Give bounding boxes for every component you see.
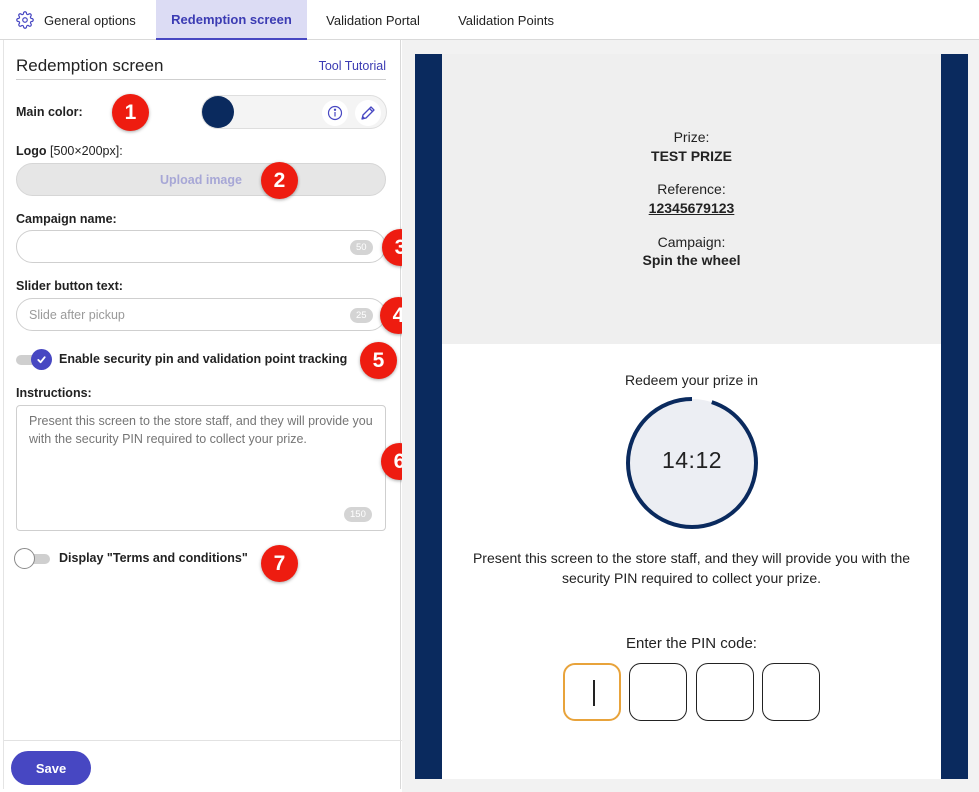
save-button[interactable]: Save bbox=[11, 751, 91, 785]
pin-digit-3[interactable] bbox=[696, 663, 754, 721]
countdown-timer-value: 14:12 bbox=[661, 447, 723, 473]
campaign-name-counter: 50 bbox=[350, 240, 373, 255]
terms-conditions-toggle[interactable] bbox=[14, 548, 50, 569]
instructions-textarea[interactable] bbox=[16, 405, 386, 531]
instructions-label: Instructions: bbox=[16, 386, 92, 400]
terms-conditions-toggle-label: Display "Terms and conditions" bbox=[59, 551, 248, 565]
pencil-edit-icon[interactable] bbox=[355, 100, 381, 126]
panel-title: Redemption screen bbox=[16, 55, 164, 75]
logo-label: Logo [500×200px]: bbox=[16, 144, 123, 158]
info-icon[interactable] bbox=[322, 100, 348, 126]
pin-digit-4[interactable] bbox=[762, 663, 820, 721]
security-pin-toggle[interactable] bbox=[16, 349, 52, 370]
annotation-badge-1: 1 bbox=[112, 94, 149, 131]
instructions-preview-text: Present this screen to the store staff, … bbox=[472, 550, 911, 586]
footer-divider bbox=[4, 740, 402, 741]
prize-details-section: Prize: TEST PRIZE Reference: 12345679123… bbox=[442, 54, 941, 344]
redemption-preview-area: Prize: TEST PRIZE Reference: 12345679123… bbox=[402, 40, 979, 792]
pin-code-label: Enter the PIN code: bbox=[626, 635, 757, 652]
reference-label: Reference: bbox=[657, 181, 726, 197]
slider-button-text-input[interactable] bbox=[16, 298, 386, 331]
main-color-label: Main color: bbox=[16, 105, 83, 119]
tab-validation-portal-label: Validation Portal bbox=[326, 12, 420, 28]
redemption-screen-preview: Prize: TEST PRIZE Reference: 12345679123… bbox=[442, 54, 941, 779]
checkmark-icon bbox=[37, 356, 46, 364]
preview-border-right bbox=[941, 54, 968, 779]
main-color-swatch[interactable] bbox=[202, 96, 234, 128]
text-caret bbox=[593, 680, 595, 706]
tab-redemption-screen[interactable]: Redemption screen bbox=[156, 0, 307, 40]
logo-label-text: Logo bbox=[16, 144, 47, 158]
logo-size-hint: [500×200px]: bbox=[50, 144, 123, 158]
tab-validation-portal[interactable]: Validation Portal bbox=[307, 0, 439, 40]
upload-image-button[interactable]: Upload image bbox=[16, 163, 386, 196]
settings-panel: Redemption screen Tool Tutorial Main col… bbox=[3, 40, 419, 789]
redeem-countdown-label: Redeem your prize in bbox=[624, 372, 759, 388]
tool-tutorial-link[interactable]: Tool Tutorial bbox=[319, 59, 386, 73]
campaign-name-input[interactable] bbox=[16, 230, 386, 263]
toggle-knob-off bbox=[14, 548, 35, 569]
slider-button-text-label: Slider button text: bbox=[16, 279, 123, 293]
tab-validation-points[interactable]: Validation Points bbox=[439, 0, 573, 40]
annotation-badge-2: 2 bbox=[261, 162, 298, 199]
campaign-value: Spin the wheel bbox=[642, 252, 741, 268]
tab-redemption-screen-label: Redemption screen bbox=[171, 11, 292, 27]
tab-bar: General options Redemption screen Valida… bbox=[0, 0, 979, 40]
panel-header: Redemption screen Tool Tutorial bbox=[16, 52, 386, 80]
campaign-label: Campaign: bbox=[657, 234, 726, 250]
pin-digit-1[interactable] bbox=[563, 663, 621, 721]
instructions-counter: 150 bbox=[344, 507, 372, 522]
campaign-name-label: Campaign name: bbox=[16, 212, 117, 226]
tab-general-options[interactable]: General options bbox=[0, 0, 156, 40]
preview-border-left bbox=[415, 54, 442, 779]
slider-button-text-counter: 25 bbox=[350, 308, 373, 323]
security-pin-toggle-label: Enable security pin and validation point… bbox=[59, 352, 348, 366]
prize-label: Prize: bbox=[673, 129, 710, 145]
pin-digit-2[interactable] bbox=[629, 663, 687, 721]
prize-value: TEST PRIZE bbox=[651, 148, 732, 164]
toggle-knob-on bbox=[31, 349, 52, 370]
reference-value: 12345679123 bbox=[648, 200, 735, 216]
annotation-badge-5: 5 bbox=[360, 342, 397, 379]
annotation-badge-7: 7 bbox=[261, 545, 298, 582]
gear-icon bbox=[16, 11, 34, 29]
tab-validation-points-label: Validation Points bbox=[458, 12, 554, 28]
tab-general-options-label: General options bbox=[44, 12, 136, 28]
main-color-picker[interactable] bbox=[201, 95, 387, 129]
